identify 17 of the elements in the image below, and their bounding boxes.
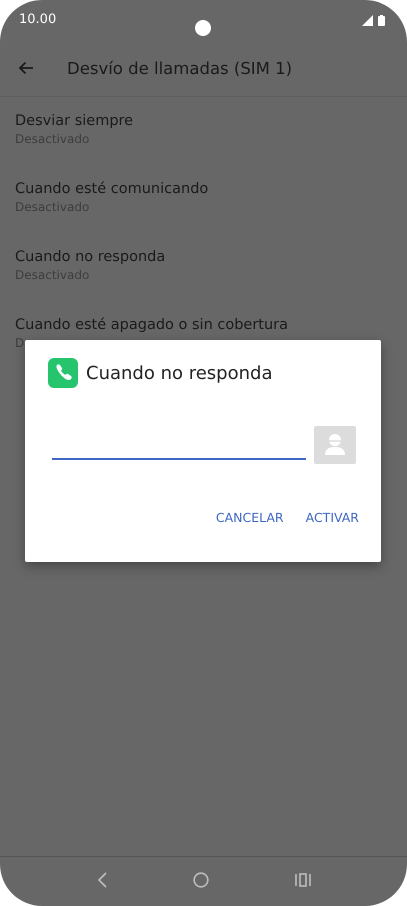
status-time: 10.00 [19, 12, 56, 26]
dialog-button[interactable]: CANCELAR [216, 510, 284, 525]
setting-title[interactable]: Cuando no responda [15, 247, 407, 267]
setting-title[interactable]: Cuando esté apagado o sin cobertura [15, 315, 407, 335]
battery-icon [378, 14, 385, 26]
signal-icon [362, 14, 373, 26]
back-icon[interactable] [96, 872, 106, 888]
recents-icon[interactable] [294, 872, 310, 886]
dialog-button[interactable]: ACTIVAR [306, 510, 359, 525]
back-arrow-icon[interactable] [18, 61, 34, 75]
setting-title[interactable]: Cuando esté comunicando [15, 179, 407, 199]
home-icon[interactable] [192, 872, 208, 888]
screen-title: Desvío de llamadas (SIM 1) [67, 58, 292, 78]
dialog-title: Cuando no responda [86, 362, 272, 384]
phone-app-icon [48, 358, 78, 388]
setting-title[interactable]: Desviar siempre [15, 111, 407, 131]
camera-hole-icon [195, 20, 211, 36]
